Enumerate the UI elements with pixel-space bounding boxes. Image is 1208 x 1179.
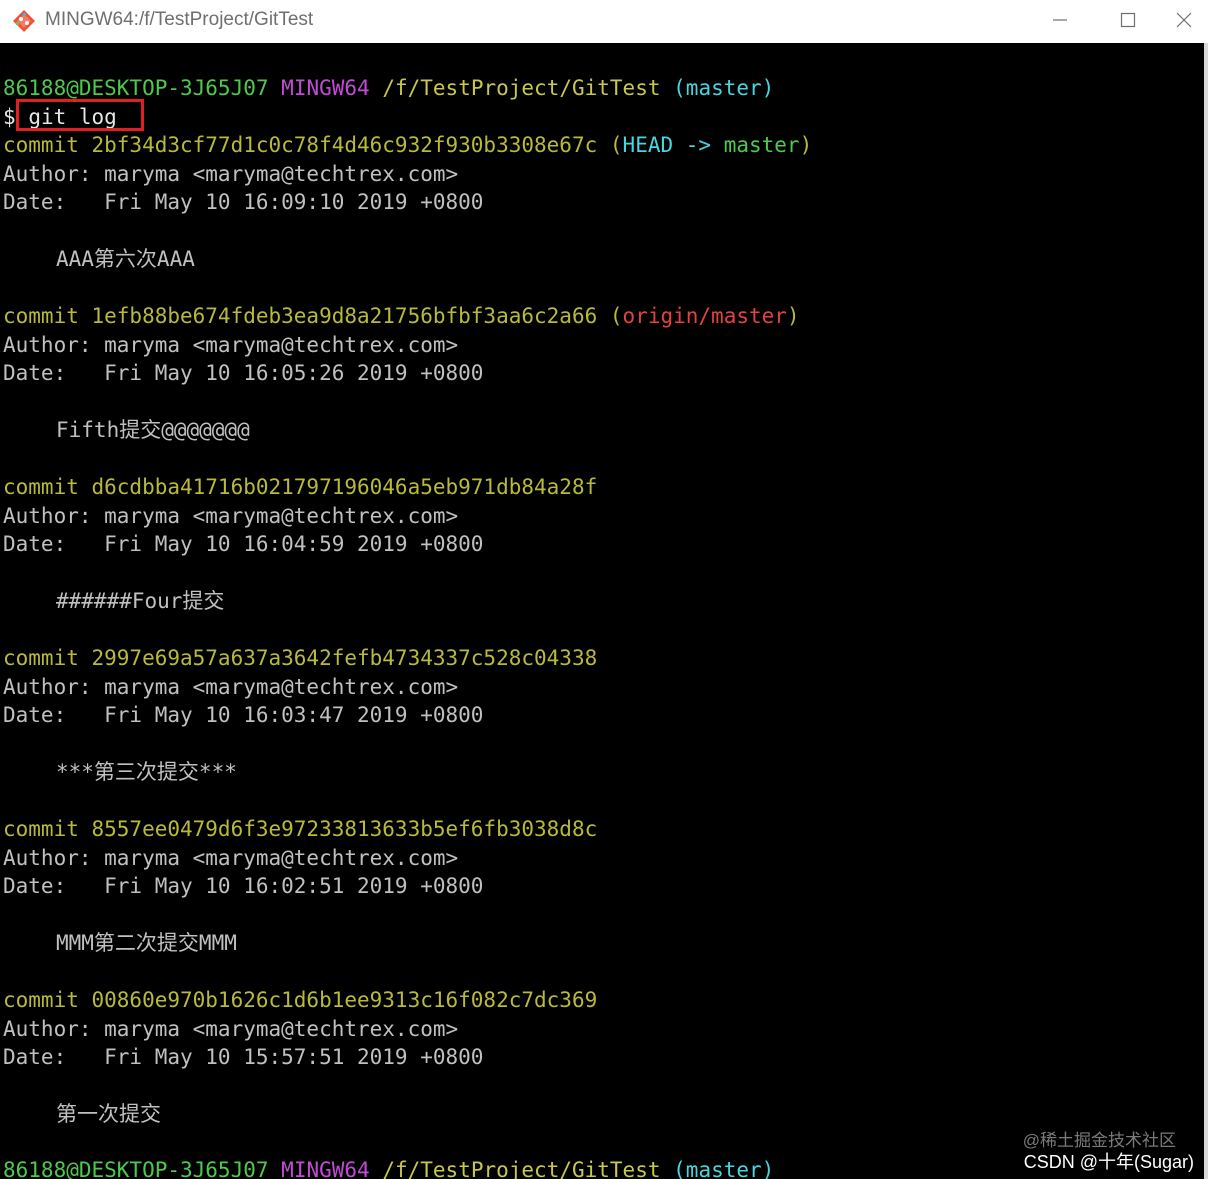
git-bash-window: MINGW64:/f/TestProject/GitTest 86188@DES… [0, 0, 1208, 1179]
prompt-branch: (master) [673, 76, 775, 100]
commit-hash-line: commit 2997e69a57a637a3642fefb4734337c52… [3, 646, 598, 670]
prompt-env: MINGW64 [281, 76, 370, 100]
commit-hash-line: commit d6cdbba41716b021797196046a5eb971d… [3, 475, 598, 499]
ref-remote: origin/master [622, 304, 787, 328]
commit-author: Author: maryma <maryma@techtrex.com> [3, 162, 459, 186]
commit-author: Author: maryma <maryma@techtrex.com> [3, 1017, 459, 1041]
commit-message: Fifth提交@@@@@@@ [56, 418, 250, 442]
commit-author: Author: maryma <maryma@techtrex.com> [3, 333, 459, 357]
title-bar[interactable]: MINGW64:/f/TestProject/GitTest [0, 0, 1208, 43]
commit-hash-line: commit 00860e970b1626c1d6b1ee9313c16f082… [3, 988, 598, 1012]
commit-date: Date: Fri May 10 16:05:26 2019 +0800 [3, 361, 484, 385]
prompt-user-host: 86188@DESKTOP-3J65J07 [3, 76, 269, 100]
commit-date: Date: Fri May 10 16:09:10 2019 +0800 [3, 190, 484, 214]
close-icon [1176, 12, 1192, 28]
credit-text: CSDN @十年(Sugar) [1023, 1152, 1194, 1172]
prompt-line: 86188@DESKTOP-3J65J07 MINGW64 /f/TestPro… [3, 1156, 774, 1179]
git-bash-icon [13, 10, 35, 32]
prompt-symbol: $ [3, 105, 16, 129]
ref-head: HEAD -> [622, 133, 724, 157]
scrollbar[interactable] [1204, 43, 1208, 1179]
refs-open: ( [609, 133, 623, 157]
refs-close: ) [799, 133, 813, 157]
commit-author: Author: maryma <maryma@techtrex.com> [3, 504, 459, 528]
prompt-branch: (master) [673, 1158, 775, 1179]
commit-date: Date: Fri May 10 15:57:51 2019 +0800 [3, 1045, 484, 1069]
commit-message: 第一次提交 [56, 1102, 161, 1126]
commit-date: Date: Fri May 10 16:04:59 2019 +0800 [3, 532, 484, 556]
commit-message: ######Four提交 [56, 589, 225, 613]
prompt-env: MINGW64 [281, 1158, 370, 1179]
commit-author: Author: maryma <maryma@techtrex.com> [3, 675, 459, 699]
commit-message: MMM第二次提交MMM [56, 931, 237, 955]
ref-branch: master [723, 133, 800, 157]
prompt-user-host: 86188@DESKTOP-3J65J07 [3, 1158, 269, 1179]
commit-author: Author: maryma <maryma@techtrex.com> [3, 846, 459, 870]
prompt-path: /f/TestProject/GitTest [382, 1158, 661, 1179]
close-button[interactable] [1160, 0, 1208, 40]
refs-close: ) [786, 304, 800, 328]
prompt-path: /f/TestProject/GitTest [382, 76, 661, 100]
command-highlight-box [16, 99, 144, 131]
commit-hash: commit 1efb88be674fdeb3ea9d8a21756bfbf3a… [3, 304, 598, 328]
commit-hash-line: commit 2bf34d3cf77d1c0c78f4d46c932f930b3… [3, 131, 812, 159]
minimize-button[interactable] [1026, 0, 1094, 40]
commit-date: Date: Fri May 10 16:03:47 2019 +0800 [3, 703, 484, 727]
commit-hash: commit 2bf34d3cf77d1c0c78f4d46c932f930b3… [3, 133, 598, 157]
prompt-line: 86188@DESKTOP-3J65J07 MINGW64 /f/TestPro… [3, 74, 774, 102]
commit-hash-line: commit 1efb88be674fdeb3ea9d8a21756bfbf3a… [3, 302, 800, 330]
maximize-button[interactable] [1094, 0, 1162, 40]
refs-open: ( [609, 304, 623, 328]
commit-message: AAA第六次AAA [56, 247, 195, 271]
minimize-icon [1053, 19, 1067, 21]
window-title: MINGW64:/f/TestProject/GitTest [45, 9, 314, 30]
commit-hash-line: commit 8557ee0479d6f3e97233813633b5ef6fb… [3, 817, 598, 841]
commit-date: Date: Fri May 10 16:02:51 2019 +0800 [3, 874, 484, 898]
commit-message: ***第三次提交*** [56, 760, 237, 784]
maximize-icon [1120, 12, 1136, 28]
